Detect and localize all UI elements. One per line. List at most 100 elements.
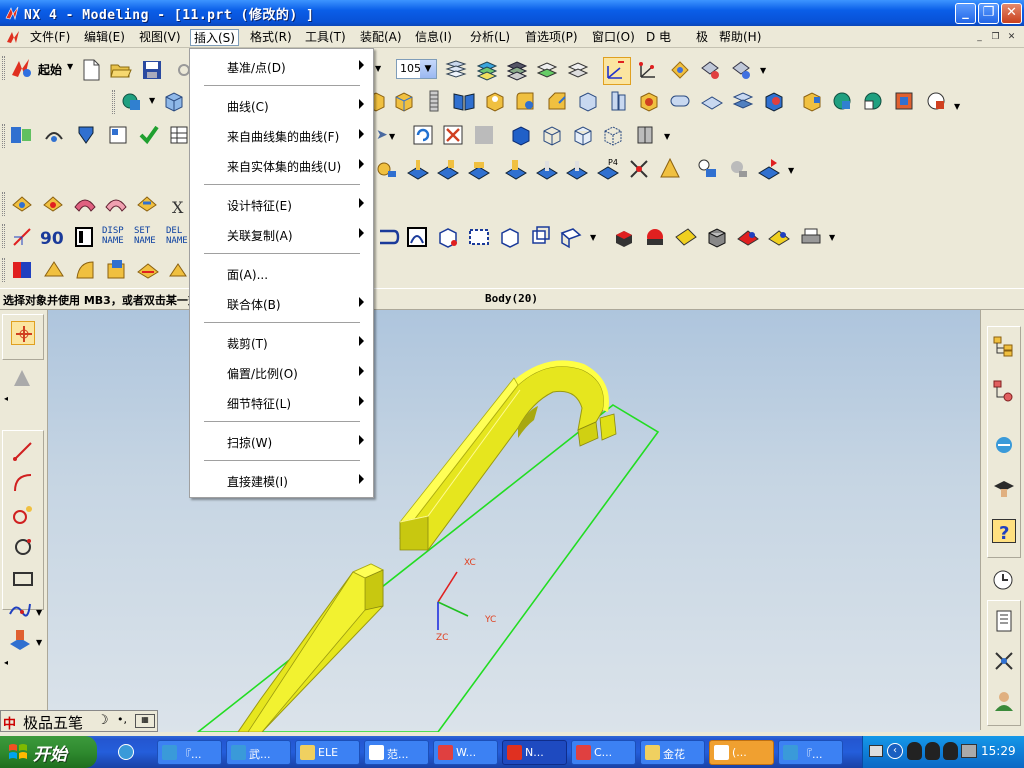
- chevron-down-icon[interactable]: ▼: [590, 233, 596, 245]
- chevron-down-icon[interactable]: ▼: [36, 608, 42, 620]
- dimension-icon[interactable]: [10, 225, 34, 249]
- mdi-close-button[interactable]: ✕: [1006, 32, 1017, 42]
- rectangle-icon[interactable]: [11, 567, 35, 591]
- chevron-down-icon[interactable]: ▼: [36, 638, 42, 650]
- update-icon[interactable]: [411, 123, 435, 147]
- trimmed-sheet-icon[interactable]: [136, 258, 160, 282]
- assembly-navigator-icon[interactable]: [992, 335, 1016, 359]
- toolbar-grip[interactable]: [112, 90, 115, 114]
- snap-disabled-icon[interactable]: [10, 366, 34, 390]
- keyboard-tray-icon[interactable]: [869, 745, 883, 757]
- set-name-button[interactable]: SET NAME: [134, 226, 156, 246]
- shaded-yellow-icon[interactable]: [674, 225, 698, 249]
- menu-insert[interactable]: 插入(S): [190, 29, 239, 46]
- chevron-down-icon[interactable]: ▼: [829, 233, 835, 245]
- printer-icon[interactable]: [799, 225, 823, 249]
- face-yellow-icon[interactable]: [767, 225, 791, 249]
- measure-icon[interactable]: [42, 123, 66, 147]
- wrap-icon[interactable]: [376, 225, 400, 249]
- half-width-icon[interactable]: ☽: [97, 713, 109, 728]
- ruled-surface-icon[interactable]: [104, 191, 128, 215]
- graphics-window[interactable]: XC YC ZC: [48, 310, 980, 732]
- menu-preferences[interactable]: 首选项(P): [522, 29, 581, 46]
- check-icon[interactable]: [137, 123, 161, 147]
- wcs-rotate-icon[interactable]: [698, 58, 722, 82]
- close-button[interactable]: ✕: [1001, 3, 1022, 24]
- patch-icon[interactable]: [892, 89, 916, 113]
- menu-item-combine-bodies[interactable]: 联合体(B): [191, 291, 372, 315]
- del-name-button[interactable]: DEL NAME: [166, 226, 188, 246]
- toolbar-grip[interactable]: [2, 56, 5, 80]
- taskbar-task[interactable]: C...: [571, 740, 636, 765]
- shaded-sphere-icon[interactable]: [643, 225, 667, 249]
- hidden-edges-icon[interactable]: [601, 123, 625, 147]
- xy-label[interactable]: X: [172, 198, 183, 217]
- menu-item-datum-point[interactable]: 基准/点(D): [191, 54, 372, 78]
- section-icon[interactable]: [467, 225, 491, 249]
- ime-name[interactable]: 极品五笔: [23, 712, 83, 733]
- punctuation-icon[interactable]: •,: [117, 713, 127, 726]
- internet-explorer-icon[interactable]: [992, 433, 1016, 457]
- menu-item-associative-copy[interactable]: 关联复制(A): [191, 222, 372, 246]
- dovetail-icon[interactable]: [565, 157, 589, 181]
- chevron-down-icon[interactable]: ▼: [149, 96, 155, 108]
- gear-edit-icon[interactable]: [374, 157, 398, 181]
- through-curves-icon[interactable]: [135, 191, 159, 215]
- open-folder-icon[interactable]: [109, 58, 133, 82]
- menu-file[interactable]: 文件(F): [27, 29, 73, 46]
- hollow-block-icon[interactable]: [483, 89, 507, 113]
- minimize-button[interactable]: _: [955, 3, 976, 24]
- static-wireframe-icon[interactable]: [571, 123, 595, 147]
- chevron-left-icon[interactable]: ◂: [4, 658, 8, 667]
- toolbar-grip[interactable]: [2, 258, 5, 282]
- edit-parameters-icon[interactable]: [74, 123, 98, 147]
- layer-move-icon[interactable]: [505, 58, 529, 82]
- zoom-select[interactable]: 105 ▼: [396, 59, 437, 79]
- toolbar-grip[interactable]: [2, 124, 5, 148]
- helix-icon[interactable]: [41, 191, 65, 215]
- perspective-icon[interactable]: [559, 225, 583, 249]
- part-navigator-icon[interactable]: [9, 123, 33, 147]
- select-icon[interactable]: [11, 321, 35, 345]
- roles-user-icon[interactable]: [992, 689, 1016, 713]
- shaded-red-icon[interactable]: [612, 225, 636, 249]
- help-icon[interactable]: ?: [992, 519, 1016, 544]
- keyboard-icon[interactable]: ▦: [135, 714, 155, 728]
- roles-tools-icon[interactable]: [992, 649, 1016, 673]
- system-materials-icon[interactable]: [992, 609, 1016, 633]
- layer-icon[interactable]: [444, 58, 468, 82]
- mdi-restore-button[interactable]: ❐: [990, 32, 1001, 42]
- menu-item-detail-feature[interactable]: 细节特征(L): [191, 390, 372, 414]
- slot-icon[interactable]: [504, 157, 528, 181]
- network-icon[interactable]: [961, 744, 977, 758]
- hole-icon[interactable]: [637, 89, 661, 113]
- taskbar-task[interactable]: 范...: [364, 740, 429, 765]
- block-icon[interactable]: [162, 89, 186, 113]
- cylinder-icon[interactable]: [120, 89, 144, 113]
- model-view[interactable]: XC YC ZC: [48, 310, 980, 732]
- sphere-block-icon[interactable]: [830, 89, 854, 113]
- wcs-display-icon[interactable]: [603, 57, 631, 85]
- quilt-icon[interactable]: [104, 258, 128, 282]
- groove-icon[interactable]: [535, 157, 559, 181]
- stack-icon[interactable]: [731, 89, 755, 113]
- menu-extreme[interactable]: 极: [693, 29, 711, 46]
- chevron-down-icon[interactable]: ▼: [760, 66, 766, 78]
- cone-icon[interactable]: [658, 157, 682, 181]
- menu-analysis[interactable]: 分析(L): [467, 29, 513, 46]
- new-file-icon[interactable]: [79, 58, 103, 82]
- disp-name-button[interactable]: DISP NAME: [102, 226, 124, 246]
- taskbar-task-flashing[interactable]: (...: [709, 740, 774, 765]
- menu-view[interactable]: 视图(V): [136, 29, 184, 46]
- chevron-right-icon[interactable]: ➤: [376, 127, 388, 143]
- menu-item-face[interactable]: 面(A)...: [191, 261, 372, 285]
- nx-document-icon[interactable]: [5, 29, 21, 45]
- ime-toolbar[interactable]: 中 极品五笔 ☽ •, ▦: [0, 710, 158, 732]
- mdi-minimize-button[interactable]: _: [974, 32, 985, 42]
- bounded-plane-icon[interactable]: [10, 258, 34, 282]
- cut-icon[interactable]: [172, 58, 190, 82]
- part-navigator-tree-icon[interactable]: [992, 379, 1016, 403]
- unite-icon[interactable]: [762, 89, 786, 113]
- chevron-down-icon[interactable]: ▼: [389, 132, 395, 144]
- arc-icon[interactable]: [11, 471, 35, 495]
